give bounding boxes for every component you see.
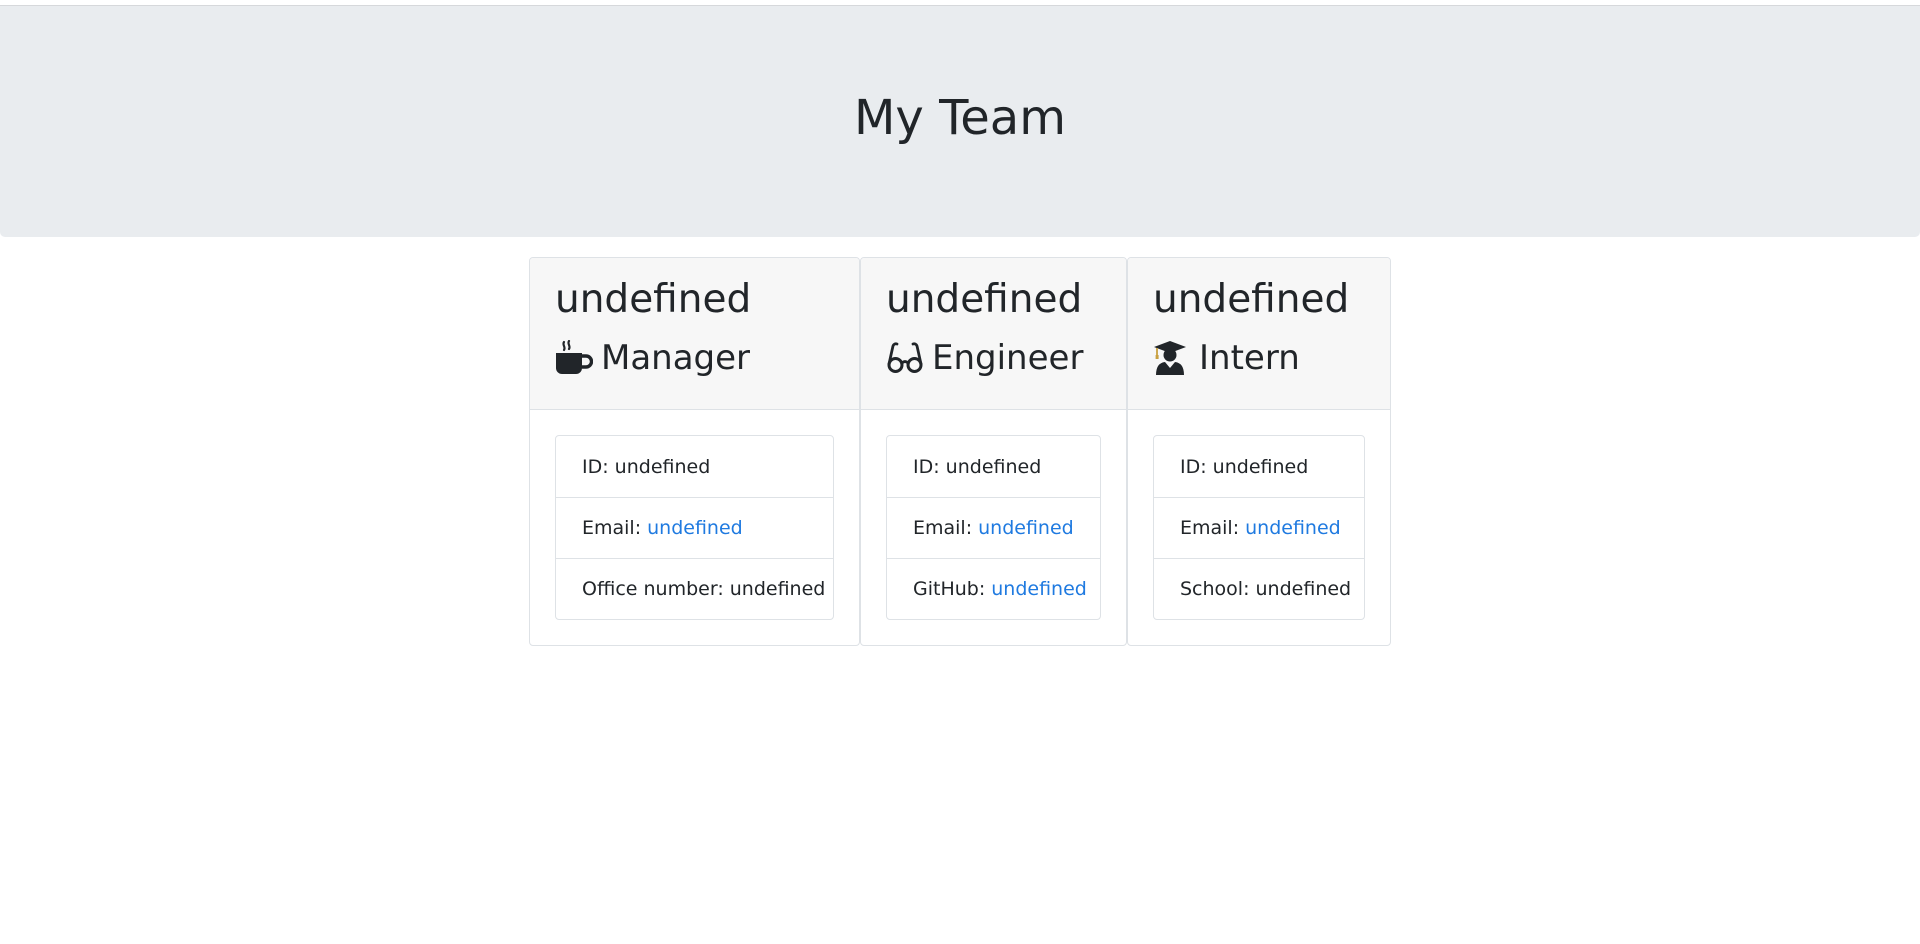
id-item: ID: undefined xyxy=(1154,436,1364,497)
engineer-card: undefined Engineer ID: undefined Email: … xyxy=(860,257,1127,646)
page-title: My Team xyxy=(854,90,1066,146)
page-header: My Team xyxy=(0,6,1920,237)
github-link[interactable]: undefined xyxy=(991,578,1087,600)
school-text: School: undefined xyxy=(1180,578,1352,600)
info-list: ID: undefined Email: undefined GitHub: u… xyxy=(886,435,1101,620)
email-label: Email: xyxy=(582,517,642,539)
id-item: ID: undefined xyxy=(556,436,833,497)
github-item: GitHub: undefined xyxy=(887,558,1100,619)
mug-icon xyxy=(555,340,593,376)
role-label: Manager xyxy=(601,338,751,378)
info-list: ID: undefined Email: undefined Office nu… xyxy=(555,435,834,620)
info-list: ID: undefined Email: undefined School: u… xyxy=(1153,435,1365,620)
email-item: Email: undefined xyxy=(887,497,1100,558)
card-header: undefined Intern xyxy=(1128,258,1390,410)
email-label: Email: xyxy=(913,517,973,539)
employee-role: Intern xyxy=(1153,338,1300,379)
id-text: ID: undefined xyxy=(1180,455,1309,478)
glasses-icon xyxy=(886,340,924,376)
id-text: ID: undefined xyxy=(582,455,711,478)
office-number-text: Office number: undefined xyxy=(582,578,826,600)
email-link[interactable]: undefined xyxy=(978,517,1074,539)
role-label: Intern xyxy=(1199,338,1300,378)
school-item: School: undefined xyxy=(1154,558,1364,619)
employee-name: undefined xyxy=(1153,277,1350,322)
manager-card: undefined Manager ID: undefined Email: u… xyxy=(529,257,860,646)
email-label: Email: xyxy=(1180,517,1240,539)
card-header: undefined Manager xyxy=(530,258,859,410)
email-item: Email: undefined xyxy=(556,497,833,558)
intern-card: undefined Intern ID: undefined Email: un… xyxy=(1127,257,1391,646)
employee-name: undefined xyxy=(886,277,1083,322)
employee-name: undefined xyxy=(555,277,752,322)
email-link[interactable]: undefined xyxy=(1245,517,1341,539)
email-link[interactable]: undefined xyxy=(647,517,743,539)
office-number-item: Office number: undefined xyxy=(556,558,833,619)
role-label: Engineer xyxy=(932,338,1084,378)
card-header: undefined Engineer xyxy=(861,258,1126,410)
id-text: ID: undefined xyxy=(913,455,1042,478)
graduate-icon xyxy=(1153,340,1191,376)
github-label: GitHub: xyxy=(913,578,986,600)
employee-role: Manager xyxy=(555,338,750,379)
id-item: ID: undefined xyxy=(887,436,1100,497)
employee-role: Engineer xyxy=(886,338,1083,379)
email-item: Email: undefined xyxy=(1154,497,1364,558)
